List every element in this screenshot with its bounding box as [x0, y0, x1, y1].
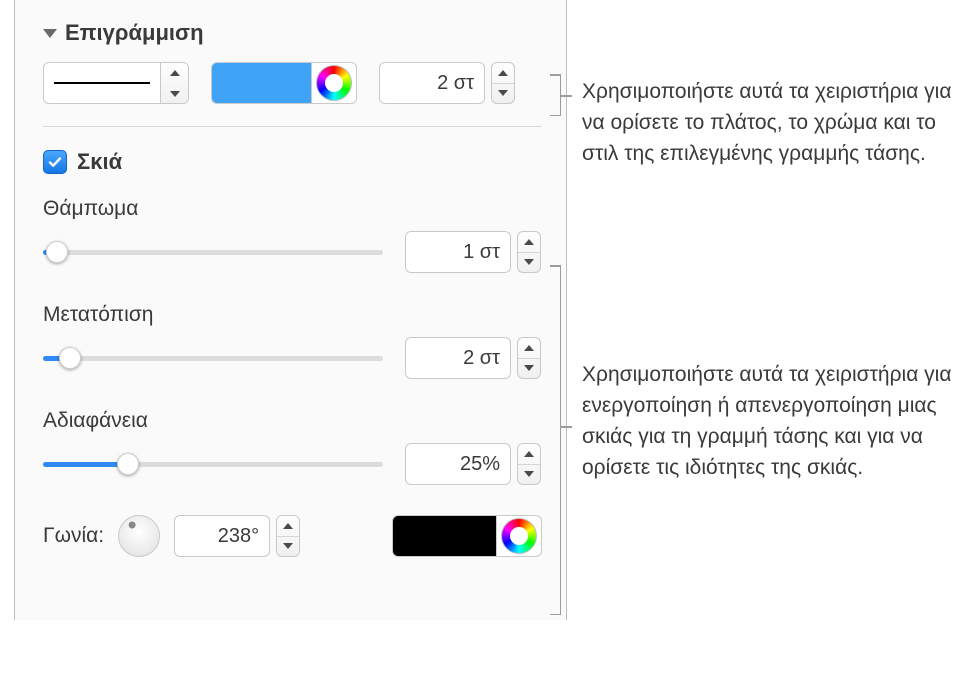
- callouts: Χρησιμοποιήστε αυτά τα χειριστήρια για ν…: [582, 76, 960, 674]
- blur-row: 1 στ: [43, 231, 542, 273]
- angle-row: Γωνία: 238°: [43, 515, 542, 557]
- shadow-color-preview: [393, 516, 496, 556]
- chevron-up-icon[interactable]: [492, 63, 514, 84]
- shadow-checkbox-row[interactable]: Σκιά: [43, 149, 542, 175]
- line-style-select[interactable]: [43, 62, 189, 104]
- inspector-panel: Επιγράμμιση 2 στ Σκιά: [14, 0, 567, 620]
- chevron-down-icon[interactable]: [161, 83, 188, 104]
- chevron-down-icon[interactable]: [518, 465, 540, 485]
- stroke-section-title: Επιγράμμιση: [65, 20, 204, 46]
- offset-stepper[interactable]: [517, 337, 541, 379]
- opacity-input[interactable]: 25%: [405, 443, 511, 485]
- chevron-down-icon[interactable]: [518, 253, 540, 273]
- chevron-up-icon[interactable]: [518, 338, 540, 359]
- offset-row: 2 στ: [43, 337, 542, 379]
- shadow-checkbox-label: Σκιά: [77, 149, 122, 175]
- angle-label: Γωνία:: [43, 524, 104, 548]
- angle-dial[interactable]: [118, 515, 160, 557]
- chevron-down-icon[interactable]: [518, 359, 540, 379]
- shadow-color-swatch[interactable]: [392, 515, 542, 557]
- color-wheel-icon[interactable]: [316, 65, 352, 101]
- stroke-width-stepper: 2 στ: [379, 62, 515, 104]
- line-style-stepper[interactable]: [160, 62, 188, 104]
- opacity-label: Αδιαφάνεια: [43, 409, 542, 433]
- color-wheel-icon[interactable]: [501, 518, 537, 554]
- chevron-up-icon[interactable]: [518, 232, 540, 253]
- callout-shadow-text: Χρησιμοποιήστε αυτά τα χειριστήρια για ε…: [582, 359, 960, 483]
- offset-input[interactable]: 2 στ: [405, 337, 511, 379]
- chevron-up-icon[interactable]: [518, 444, 540, 465]
- stroke-section-header[interactable]: Επιγράμμιση: [43, 20, 542, 46]
- blur-slider[interactable]: [43, 241, 383, 263]
- stroke-controls-row: 2 στ: [43, 62, 542, 104]
- callout-stroke-text: Χρησιμοποιήστε αυτά τα χειριστήρια για ν…: [582, 76, 960, 169]
- chevron-up-icon[interactable]: [277, 516, 299, 537]
- stroke-color-preview: [212, 63, 311, 103]
- callout-bracket: [560, 265, 561, 615]
- blur-input[interactable]: 1 στ: [405, 231, 511, 273]
- stroke-color-swatch[interactable]: [211, 62, 357, 104]
- chevron-up-icon[interactable]: [161, 62, 188, 83]
- stroke-width-input[interactable]: 2 στ: [379, 62, 485, 104]
- chevron-down-icon[interactable]: [492, 84, 514, 104]
- opacity-slider[interactable]: [43, 453, 383, 475]
- offset-slider[interactable]: [43, 347, 383, 369]
- chevron-down-icon: [43, 29, 57, 38]
- divider: [43, 126, 542, 127]
- callout-bracket: [560, 74, 561, 116]
- blur-label: Θάμπωμα: [43, 197, 542, 221]
- angle-input[interactable]: 238°: [174, 515, 270, 557]
- angle-stepper[interactable]: [276, 515, 300, 557]
- opacity-row: 25%: [43, 443, 542, 485]
- line-style-preview: [44, 82, 160, 84]
- opacity-stepper[interactable]: [517, 443, 541, 485]
- check-icon: [47, 154, 63, 170]
- chevron-down-icon[interactable]: [277, 537, 299, 557]
- stroke-width-stepper-buttons[interactable]: [491, 62, 515, 104]
- offset-label: Μετατόπιση: [43, 303, 542, 327]
- shadow-checkbox[interactable]: [43, 150, 67, 174]
- blur-stepper[interactable]: [517, 231, 541, 273]
